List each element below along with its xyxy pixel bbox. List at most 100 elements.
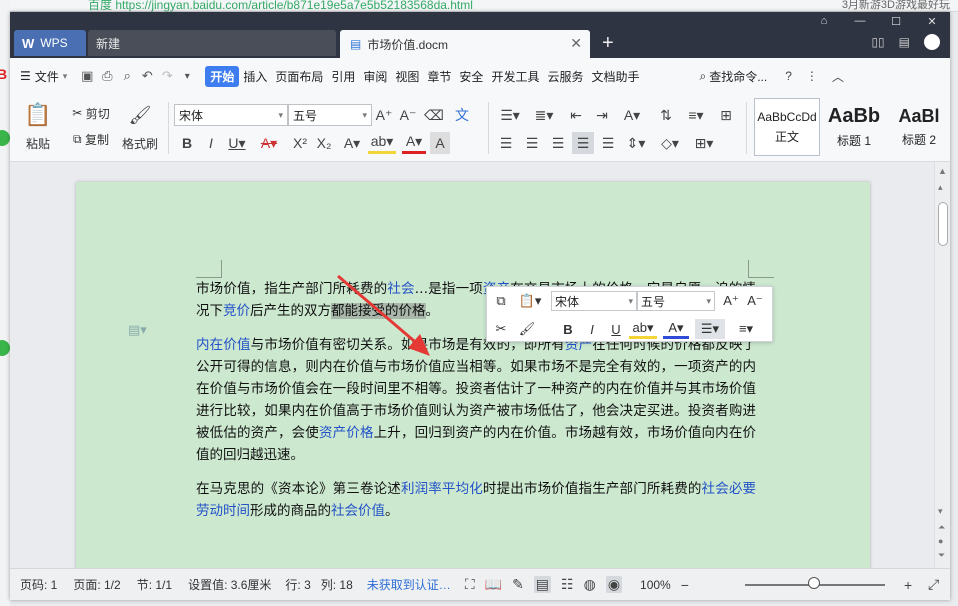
minimize-icon[interactable]: — <box>842 12 878 30</box>
subscript-icon[interactable]: X₂ <box>314 132 334 154</box>
increase-indent-icon[interactable]: ⇥ <box>592 104 612 126</box>
hyperlink[interactable]: 利润率平均化 <box>401 481 483 497</box>
eye-protection-icon[interactable]: ◉ <box>605 576 623 593</box>
tab-page-layout[interactable]: 页面布局 <box>271 68 327 85</box>
font-size-select[interactable]: 五号 ▾ <box>288 104 372 126</box>
underline-icon[interactable]: U <box>607 319 625 339</box>
customize-icon[interactable]: ▾ <box>177 71 197 82</box>
hyperlink[interactable]: 竞价 <box>223 303 250 319</box>
next-page-icon[interactable]: ⏷ <box>938 550 945 561</box>
redo-icon[interactable]: ↷ <box>157 68 177 84</box>
status-setting[interactable]: 设置值: 3.6厘米 <box>188 576 271 593</box>
font-color-icon[interactable]: A▾ <box>402 132 426 154</box>
tab-document[interactable]: ▤ 市场价值.docm ✕ <box>340 30 590 58</box>
collapse-ribbon-icon[interactable]: ︿ <box>832 68 844 85</box>
status-pages[interactable]: 页面: 1/2 <box>73 576 120 593</box>
layout-icon[interactable]: ▤ <box>899 35 910 49</box>
numbering-icon[interactable]: ≣▾ <box>530 104 558 126</box>
strikethrough-icon[interactable]: A▾ <box>256 132 282 154</box>
status-column[interactable]: 列: 18 <box>321 576 353 593</box>
clear-format-icon[interactable]: ⌫ <box>424 104 444 126</box>
maximize-icon[interactable]: ☐ <box>878 12 914 30</box>
bold-icon[interactable]: B <box>178 132 196 154</box>
fit-window-icon[interactable]: ⤢ <box>928 576 939 593</box>
text-effect-icon[interactable]: A▾ <box>340 132 364 154</box>
mini-font-name-select[interactable]: 宋体 ▾ <box>551 291 637 311</box>
outline-view-icon[interactable]: ☷ <box>561 576 574 593</box>
save-icon[interactable]: ▣ <box>77 68 97 84</box>
scissors-icon[interactable]: ✂ <box>491 319 511 339</box>
avatar[interactable] <box>924 34 940 50</box>
italic-icon[interactable]: I <box>202 132 220 154</box>
tab-wps-home[interactable]: W WPS <box>14 30 86 56</box>
shrink-font-icon[interactable]: A⁻ <box>398 104 418 126</box>
scroll-up-icon[interactable]: ▲ <box>938 166 947 176</box>
distributed-icon[interactable]: ☰ <box>598 132 618 154</box>
hyperlink[interactable]: 内在价值 <box>196 337 251 353</box>
status-certification[interactable]: 未获取到认证… <box>367 576 451 593</box>
line-spacing-icon[interactable]: ≡▾ <box>682 104 710 126</box>
style-normal[interactable]: AaBbCcDd 正文 <box>754 98 820 156</box>
line-spacing-icon[interactable]: ≡▾ <box>731 319 761 339</box>
align-center-icon[interactable]: ☰ <box>522 132 542 154</box>
text-direction-icon[interactable]: A▾ <box>618 104 646 126</box>
tab-references[interactable]: 引用 <box>327 68 359 85</box>
highlight-icon[interactable]: ab▾ <box>629 319 657 339</box>
italic-icon[interactable]: I <box>583 319 601 339</box>
font-color-icon[interactable]: A▾ <box>663 319 689 339</box>
font-name-select[interactable]: 宋体 ▾ <box>174 104 288 126</box>
print-icon[interactable]: ⎙ <box>97 68 117 84</box>
copy-icon[interactable]: ⧉ <box>491 291 511 311</box>
paste-icon[interactable]: 📋 <box>24 102 52 128</box>
status-row[interactable]: 行: 3 <box>285 576 310 593</box>
grow-font-icon[interactable]: A⁺ <box>374 104 394 126</box>
undo-icon[interactable]: ↶ <box>137 68 157 84</box>
paragraph-spacing-icon[interactable]: ⇕▾ <box>624 132 648 154</box>
select-browse-icon[interactable]: ● <box>938 536 943 546</box>
add-tab-icon[interactable]: + <box>602 32 614 55</box>
prev-page-icon[interactable]: ⏶ <box>938 522 945 533</box>
web-view-icon[interactable]: ◍ <box>584 576 596 593</box>
highlight-icon[interactable]: ab▾ <box>368 132 396 154</box>
bold-icon[interactable]: B <box>559 319 577 339</box>
fullscreen-icon[interactable]: ⛶ <box>465 576 475 593</box>
zoom-level[interactable]: 100% <box>640 578 671 592</box>
paste-icon[interactable]: 📋▾ <box>515 291 545 311</box>
format-painter-icon[interactable]: 🖌 <box>126 102 154 128</box>
scroll-down-icon[interactable]: ▾ <box>938 506 943 517</box>
decrease-indent-icon[interactable]: ⇤ <box>566 104 586 126</box>
underline-icon[interactable]: U▾ <box>224 132 250 154</box>
style-heading-1[interactable]: AaBb 标题 1 <box>822 98 886 156</box>
align-icon[interactable]: ☰▾ <box>695 319 725 339</box>
grow-font-icon[interactable]: A⁺ <box>721 291 741 311</box>
document-page[interactable]: ▤▾ 市场价值，指生产部门所耗费的社会…是指一项资产在交易市场上的价格，它是自愿… <box>76 182 870 568</box>
sort-icon[interactable]: ⇅ <box>656 104 676 126</box>
close-window-icon[interactable]: ✕ <box>914 12 950 30</box>
reading-mode-icon[interactable]: 📖 <box>485 576 502 593</box>
format-painter-button[interactable]: 格式刷 <box>118 134 162 152</box>
tab-new[interactable]: 新建 <box>88 30 336 56</box>
hyperlink[interactable]: 社会价值 <box>331 503 385 519</box>
tab-section[interactable]: 章节 <box>423 68 455 85</box>
tab-view[interactable]: 视图 <box>391 68 423 85</box>
paragraph-layout-icon[interactable]: ▤▾ <box>128 322 147 338</box>
status-section[interactable]: 节: 1/1 <box>137 576 172 593</box>
mini-font-size-select[interactable]: 五号 ▾ <box>637 291 715 311</box>
scroll-up-arrow-icon[interactable]: ▴ <box>938 182 943 193</box>
zoom-in-icon[interactable]: + <box>904 577 912 593</box>
shading-icon[interactable]: ◇▾ <box>656 132 684 154</box>
justify-icon[interactable]: ☰ <box>572 132 594 154</box>
align-right-icon[interactable]: ☰ <box>548 132 568 154</box>
tab-cloud[interactable]: 云服务 <box>543 68 587 85</box>
more-icon[interactable]: ⋮ <box>806 69 818 83</box>
scrollbar-thumb[interactable] <box>938 202 948 246</box>
zoom-out-icon[interactable]: − <box>681 577 689 593</box>
phonetic-guide-icon[interactable]: 文 <box>450 104 474 126</box>
tab-developer[interactable]: 开发工具 <box>487 68 543 85</box>
tablet-mode-icon[interactable]: ▯▯ <box>871 35 884 49</box>
status-page-number[interactable]: 页码: 1 <box>20 576 57 593</box>
format-painter-icon[interactable]: 🖌 <box>517 319 537 339</box>
zoom-slider-handle[interactable] <box>808 577 820 589</box>
cut-button[interactable]: ✂ 剪切 <box>66 104 116 122</box>
help-icon[interactable]: ? <box>785 69 792 83</box>
